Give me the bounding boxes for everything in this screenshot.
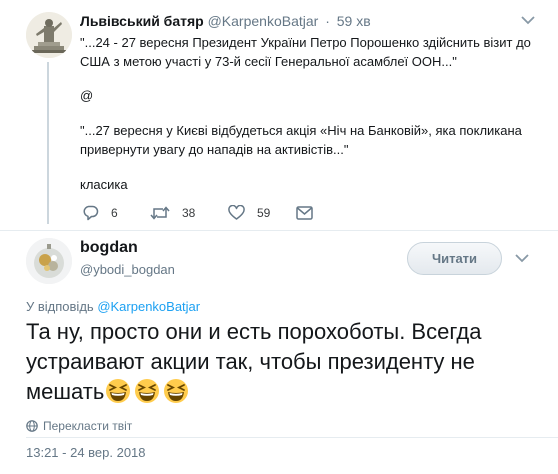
main-author-handle[interactable]: @ybodi_bogdan [80, 262, 175, 278]
grinning-squinting-face-emoji [135, 379, 160, 403]
parent-paragraph-3: "...27 вересня у Києві відбудеться акція… [80, 123, 522, 157]
main-tweet-text: Та ну, просто они и есть порохоботы. Все… [26, 317, 496, 407]
like-button[interactable]: 59 [228, 203, 270, 223]
emoji-group [105, 378, 189, 404]
header-separator: · [325, 13, 330, 29]
parent-paragraph-4: класика [80, 177, 128, 192]
reply-button[interactable]: 6 [82, 203, 118, 223]
grinning-squinting-face-emoji [164, 379, 189, 403]
main-tweet-body: Та ну, просто они и есть порохоботы. Все… [26, 319, 482, 404]
thread-connector-line [47, 62, 49, 224]
parent-author-name[interactable]: Львівський батяр [80, 13, 204, 29]
reply-count: 6 [111, 206, 118, 220]
translate-label: Перекласти твіт [43, 419, 133, 433]
tweet-divider [0, 230, 558, 231]
reply-to-handle-link[interactable]: @KarpenkoBatjar [97, 299, 200, 314]
retweet-count: 38 [182, 206, 196, 220]
retweet-button[interactable]: 38 [150, 203, 195, 223]
chevron-down-icon[interactable] [515, 252, 529, 264]
parent-tweet-time[interactable]: 59 хв [337, 13, 371, 29]
follow-button[interactable]: Читати [407, 242, 502, 275]
parent-author-handle[interactable]: @KarpenkoBatjar [208, 13, 319, 29]
like-count: 59 [257, 206, 271, 220]
parent-author-avatar[interactable] [26, 12, 72, 58]
heart-icon [228, 205, 245, 220]
tweet-timestamp[interactable]: 13:21 - 24 вер. 2018 [26, 445, 146, 460]
parent-tweet-header: Львівський батяр @KarpenkoBatjar · 59 хв [80, 12, 371, 30]
reply-icon [83, 205, 99, 221]
parent-paragraph-2: @ [80, 88, 94, 103]
parent-paragraph-1: "...24 - 27 вересня Президент України Пе… [80, 35, 531, 69]
parent-tweet-actions: 6 38 59 [80, 203, 500, 223]
envelope-icon [296, 206, 313, 220]
grinning-squinting-face-emoji [106, 379, 131, 403]
retweet-icon [150, 206, 170, 220]
main-author-name[interactable]: bogdan [80, 238, 138, 258]
direct-message-button[interactable] [296, 203, 313, 223]
main-author-avatar[interactable] [26, 238, 72, 284]
globe-icon [26, 420, 38, 432]
ornament-avatar-image [26, 238, 72, 284]
statue-avatar-image [26, 12, 72, 58]
reply-context: У відповідь @KarpenkoBatjar [26, 299, 200, 315]
reply-to-prefix: У відповідь [26, 299, 94, 314]
timestamp-divider [26, 437, 558, 438]
translate-tweet-link[interactable]: Перекласти твіт [26, 419, 132, 433]
chevron-down-icon[interactable] [521, 14, 535, 26]
